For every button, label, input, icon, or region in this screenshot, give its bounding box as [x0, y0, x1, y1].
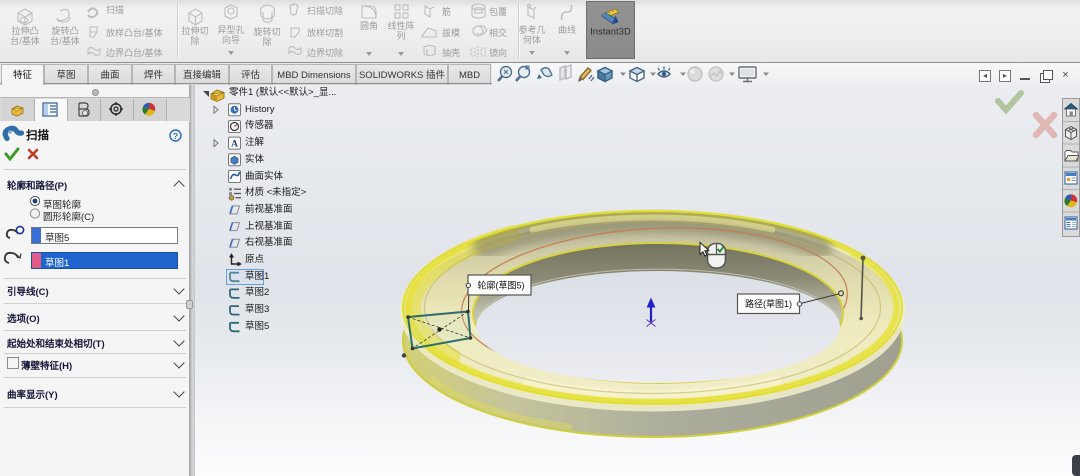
svg-text:A: A [231, 140, 238, 150]
svg-text:扫描: 扫描 [26, 128, 49, 142]
svg-text:?: ? [173, 131, 178, 141]
svg-text:路径(草图1): 路径(草图1) [745, 298, 792, 309]
